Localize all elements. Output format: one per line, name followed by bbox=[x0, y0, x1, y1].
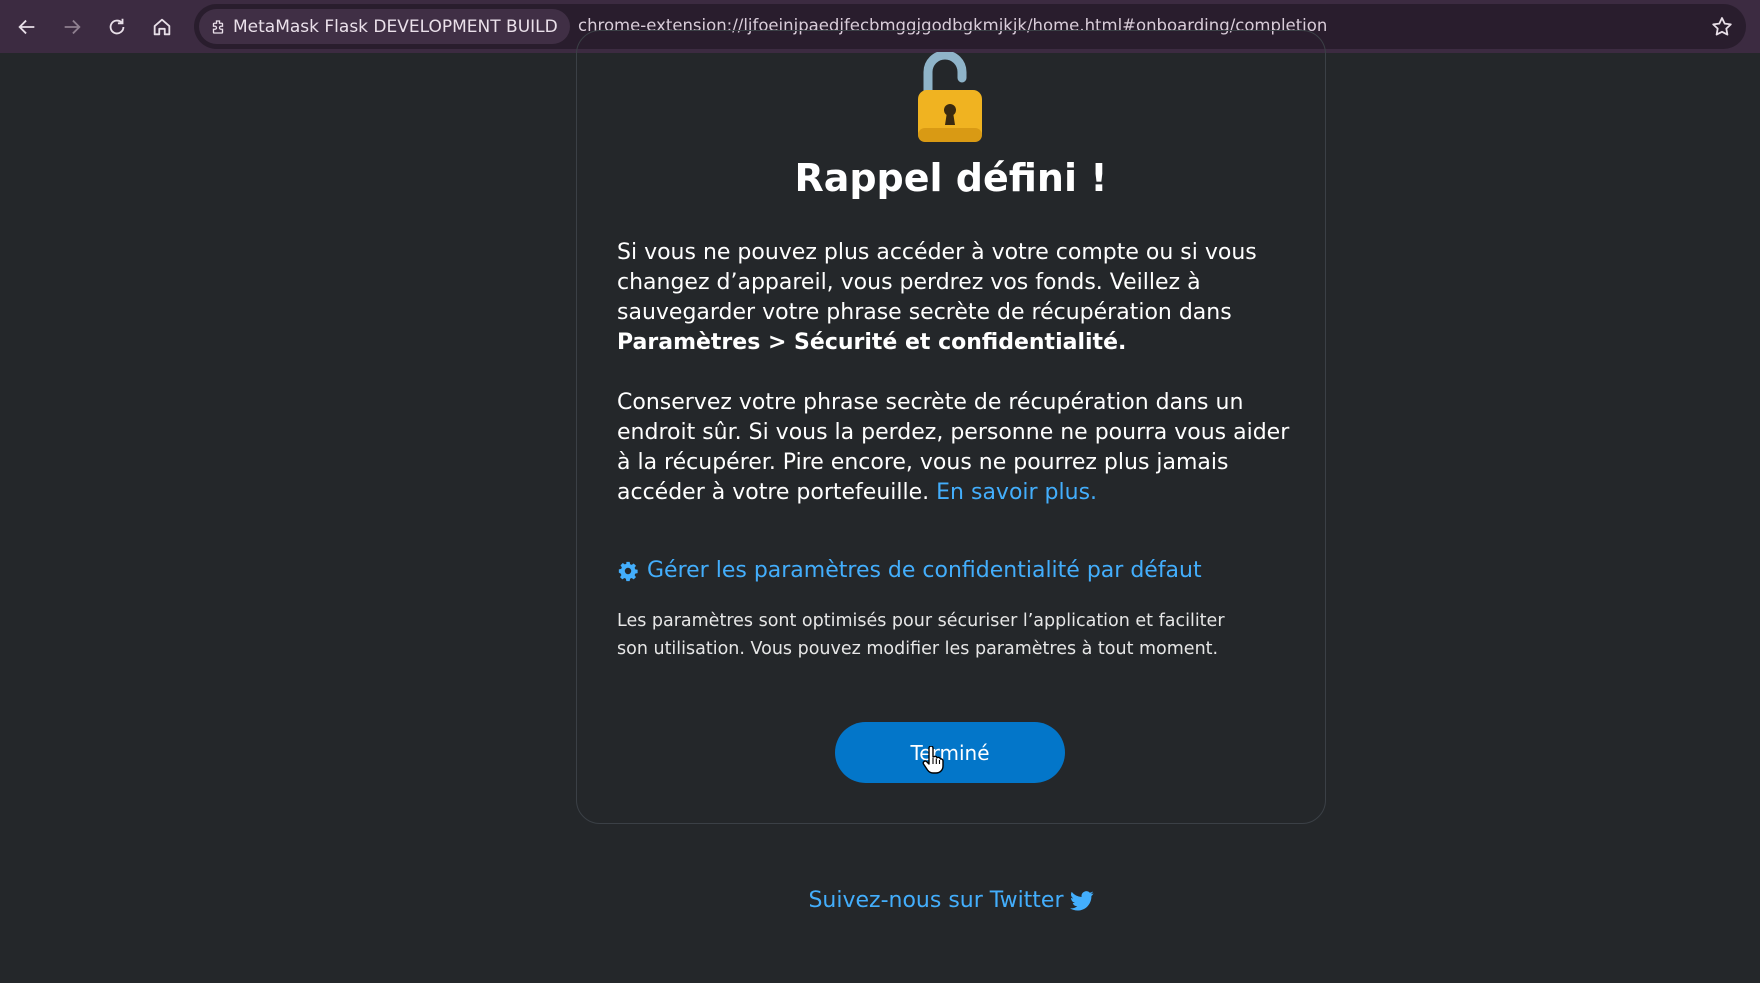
backup-reminder-text: Si vous ne pouvez plus accéder à votre c… bbox=[617, 238, 1297, 358]
page-title: Rappel défini ! bbox=[794, 156, 1108, 200]
safety-warning-text: Conservez votre phrase secrète de récupé… bbox=[617, 388, 1297, 508]
hand-cursor-icon bbox=[922, 746, 944, 774]
site-name: MetaMask Flask DEVELOPMENT BUILD bbox=[233, 16, 558, 37]
settings-description: Les paramètres sont optimisés pour sécur… bbox=[617, 611, 1225, 659]
site-info-chip[interactable]: MetaMask Flask DEVELOPMENT BUILD bbox=[199, 9, 570, 44]
home-icon bbox=[153, 18, 171, 36]
twitter-link[interactable]: Suivez-nous sur Twitter bbox=[576, 888, 1326, 913]
back-button[interactable] bbox=[9, 9, 45, 45]
twitter-bird-icon bbox=[1069, 890, 1094, 910]
twitter-link-label: Suivez-nous sur Twitter bbox=[808, 888, 1064, 913]
home-button[interactable] bbox=[144, 9, 180, 45]
forward-button[interactable] bbox=[54, 9, 90, 45]
done-button[interactable]: Terminé bbox=[835, 722, 1065, 783]
reload-icon bbox=[109, 18, 125, 35]
extension-icon bbox=[212, 19, 224, 34]
backup-reminder-body: Si vous ne pouvez plus accéder à votre c… bbox=[617, 240, 1257, 325]
settings-path: Paramètres > Sécurité et confidentialité… bbox=[617, 330, 1127, 355]
arrow-left-icon bbox=[18, 19, 35, 35]
gear-icon bbox=[618, 561, 638, 581]
bookmark-star-icon[interactable] bbox=[1710, 15, 1734, 39]
open-padlock-icon bbox=[918, 52, 982, 142]
reload-button[interactable] bbox=[99, 9, 135, 45]
manage-privacy-settings-label: Gérer les paramètres de confidentialité … bbox=[647, 558, 1202, 583]
learn-more-link[interactable]: En savoir plus. bbox=[936, 480, 1097, 505]
arrow-right-icon bbox=[64, 19, 81, 35]
manage-privacy-settings-link[interactable]: Gérer les paramètres de confidentialité … bbox=[617, 558, 1202, 583]
